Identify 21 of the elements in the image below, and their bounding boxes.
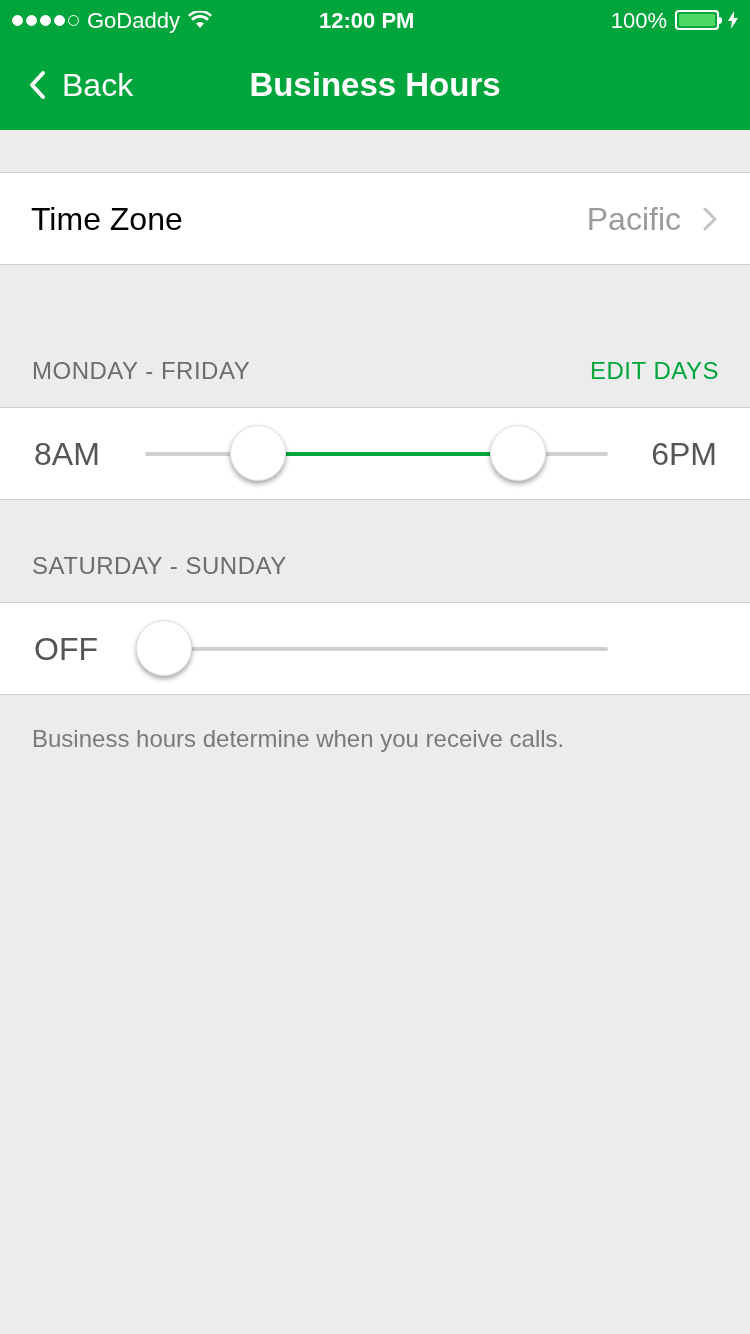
slider-thumb[interactable] bbox=[135, 619, 192, 676]
clock-time: 12:00 PM bbox=[319, 6, 415, 35]
battery-percent: 100% bbox=[610, 6, 667, 35]
section-header: MONDAY - FRIDAY bbox=[32, 356, 251, 386]
footer-note: Business hours determine when you receive calls. bbox=[31, 724, 566, 754]
battery-icon bbox=[675, 10, 722, 30]
time-zone-row[interactable]: Time Zone Pacific bbox=[0, 172, 750, 265]
slider-thumb[interactable] bbox=[490, 424, 547, 481]
start-time-label: OFF bbox=[33, 629, 99, 669]
chevron-right-icon bbox=[703, 206, 717, 231]
back-button[interactable]: Back bbox=[0, 61, 134, 109]
slider-thumb[interactable] bbox=[229, 424, 286, 481]
end-time-label: 6PM bbox=[651, 434, 718, 474]
edit-days-link[interactable]: EDIT DAYS bbox=[590, 353, 719, 389]
back-chevron-icon bbox=[28, 70, 46, 100]
start-time-label: 8AM bbox=[33, 434, 101, 474]
carrier-name: GoDaddy bbox=[87, 6, 180, 35]
wifi-icon bbox=[187, 11, 212, 29]
section-header: SATURDAY - SUNDAY bbox=[32, 551, 287, 581]
page-title: Business Hours bbox=[249, 65, 501, 106]
charging-icon bbox=[728, 11, 738, 29]
